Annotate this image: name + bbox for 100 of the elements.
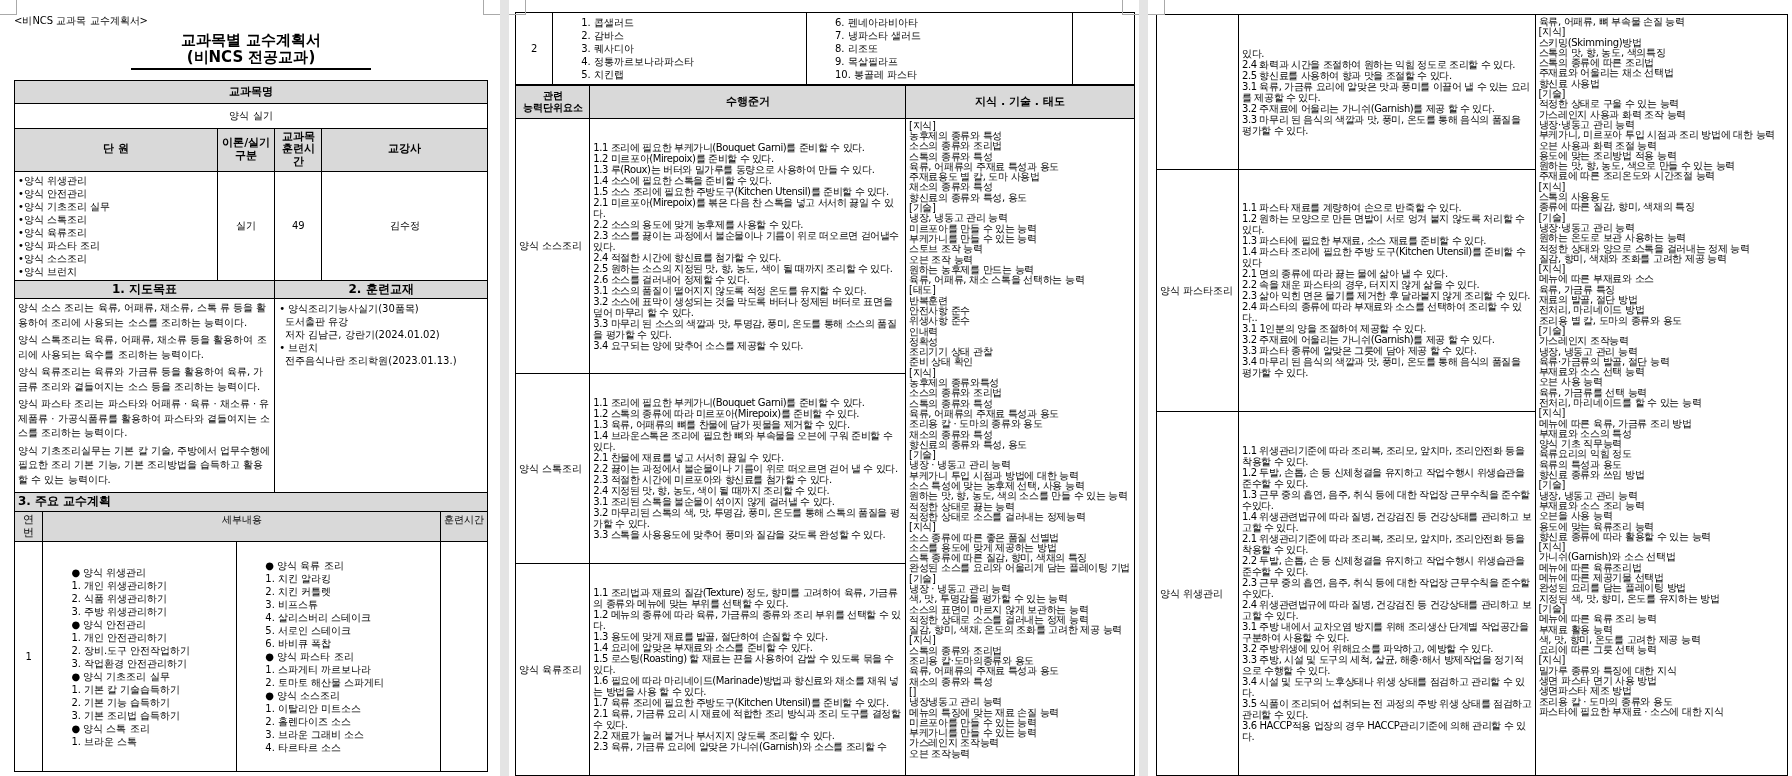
list-item: 1. 치킨 알라킹 (265, 572, 333, 586)
list-item: 6. 펜네아라비아타 (834, 16, 919, 29)
criterion-text: 1.3 파스타에 필요한 부재료, 소스 재료를 준비할 수 있다. (1242, 235, 1488, 247)
criterion-text: 2.2 재료가 눌러 붙거나 부서지지 않도록 조리할 수 있다. (593, 730, 836, 742)
ksa-text: 부케가니를 만들 수 있는 능력 (908, 233, 1038, 245)
table-cell: 양식 소스조리 (516, 118, 591, 375)
criterion-text: 1.1 위생관리기준에 따라 조리복, 조리모, 앞치마, 조리안전화 등을 착용할 수 있다. (1242, 445, 1526, 468)
criterion-text: 1.2 스톡의 종류에 따라 미르포아(Mirepoix)를 준비할 수 있다. (593, 408, 860, 420)
ksa-text: 적정한 상태로 끓는 능력 (908, 501, 1015, 512)
ksa-text: 소스의 종류와 조리법 (908, 388, 1004, 399)
list-item: • 양식조리기능사실기(30품목) (279, 302, 420, 316)
list-item: 5. 서로인 스테이크 (265, 624, 353, 638)
criterion-text: 1.2 메뉴의 종류에 따라 육류, 가금류의 종류와 조리 부위를 선택할 수 있다. (593, 609, 902, 632)
list-item: 1. 개인 안전관리하기 (71, 630, 169, 644)
criterion-text: 3.6 HACCP적용 업장의 경우 HACCP관리기준에 의해 관리할 수 있다. (1242, 720, 1527, 743)
ksa-text: 재료의 발골, 절단 방법 (1538, 295, 1638, 306)
criterion-text: 2.1 찬물에 재료를 넣고 서서히 끓일 수 있다. (593, 452, 785, 464)
list-item: 1. 기본 칼 기술습득하기 (71, 682, 182, 696)
list-item: •양식 안전관리 (18, 186, 89, 200)
ksa-text: 주재료에 따른 조리온도와 시간조절 능력 (1538, 171, 1716, 182)
ksa-text: 오븐 조작 능력 (908, 254, 974, 265)
criterion-text: 2.3 소스를 끓이는 과정에서 불순물이나 기름이 위로 떠오르면 걷어낼수 있다. (593, 229, 900, 252)
crop-mark (0, 0, 17, 15)
criterion-text: 1.7 육류 조리에 필요한 주방도구(Kitchen Utensil)를 준비할 수 있다. (593, 697, 890, 709)
list-item: 1. 콥샐러드 (581, 16, 635, 29)
criterion-text: 1.3 근무 중의 흡연, 음주, 취식 등에 대한 작업장 근무수칙을 준수할 수있다. (1242, 489, 1532, 512)
ksa-text: 향신료의 종류와 특성, 용도 (908, 439, 1029, 451)
ksa-text: 메뉴에 따른 부재료와 소스 (1538, 274, 1655, 285)
criterion-text: 3.4 요구되는 양에 맞추어 소스를 제공할 수 있다. (593, 339, 804, 351)
criterion-text: 1.2 원하는 모양으로 만든 면발이 서로 엉겨 붙지 않도록 처리할 수 있다. (1242, 213, 1526, 236)
list-item: 8. 리조또 (834, 42, 879, 55)
criterion-text: 3.3 스톡을 사용용도에 맞추어 풍미와 질감을 갖도록 완성할 수 있다. (593, 529, 887, 541)
ksa-text: 냉장, 냉동고 관리 능력 (908, 213, 1009, 224)
ksa-text: [태도] (908, 285, 936, 296)
section-header: 3. 주요 교수계획 (15, 493, 488, 513)
ksa-text: [지식] (1538, 181, 1566, 193)
table-cell: 양식 위생관리 (1157, 412, 1239, 776)
ksa-text: 가스레인지 조작능력 (1538, 336, 1630, 347)
criterion-text: 2.2 끓이는 과정에서 불순물이나 기름이 위로 떠오르면 걷어 낼 수 있다. (593, 463, 899, 475)
criterion-text: 1.2 미르포아(Mirepoix)를 준비할 수 있다. (593, 152, 774, 164)
criterion-text: 3.2 주방위생에 있어 위해요소를 파악하고, 예방할 수 있다. (1242, 643, 1494, 655)
ksa-text: [지식] (1538, 27, 1566, 38)
criterion-text: 2.4 위생관련법규에 따라 질병, 건강검진 등 건강상태를 관리하고 보고할 수 있다. (1242, 599, 1532, 622)
ksa-text: 소스를 용도에 맞게 제공하는 방법 (908, 542, 1057, 554)
criterion-text: 2.4 지정된 맛, 향, 농도, 색이 될 때까지 조리할 수 있다. (593, 485, 831, 497)
list-item: ● 양식 스톡 조리 (71, 721, 151, 735)
ksa-text: [기술] (908, 573, 936, 584)
ksa-text: [지식] (908, 120, 937, 131)
criterion-text: 3.4 시설 및 도구의 노후상태나 위생 상태를 점검하고 관리할 수 있다. (1242, 676, 1526, 699)
ksa-text: 위생사항 준수 (908, 316, 972, 327)
criterion-text: 2.1 위생관리기준에 따라 조리복, 조리모, 앞치마, 조리안전화 등을 착용할 수 있다. (1242, 533, 1526, 556)
ksa-text: 원하는 온도로 보관 사용하는 능력 (1538, 233, 1687, 244)
criterion-text: 1.4 위생관련법규에 따라 질병, 건강검진 등 건강상태를 관리하고 보고할 수 있다. (1242, 511, 1532, 534)
ksa-text: [지식] (1538, 655, 1566, 666)
ksa-text: 안전사항 준수 (908, 306, 972, 317)
criterion-text: 3.1 소스의 품질이 떨어지지 않도록 적정 온도를 유지할 수 있다. (593, 284, 868, 296)
ksa-text: 조리용 칼 · 도마의 종류와 용도 (908, 419, 1044, 430)
list-item: ● 양식 육류 조리 (265, 559, 345, 573)
list-item: 9. 목살필라프 (834, 55, 899, 68)
criterion-text: 2.1 미르포아(Mirepoix)를 볶은 다음 찬 스톡을 넣고 서서히 끓일 수 있다. (593, 196, 895, 219)
criterion-text: 3.1 조리된 스톡을 불순물이 섞이지 않게 걸러낼 수 있다. (593, 496, 835, 508)
ksa-text: [기술] (908, 450, 936, 461)
criterion-text: 1.3 루(Roux)는 버터와 밀가루를 동량으로 사용하여 만들 수 있다. (593, 163, 876, 175)
ksa-text: 농후제의 종류와특성 (908, 378, 1000, 389)
ksa-text: 스톡의 종류와 특성 (908, 398, 993, 409)
ksa-text: 냉장 · 냉동고 관리 능력 (908, 584, 1012, 595)
ksa-text: 스톡 종류에 따른 질감, 향미, 색채의 특징 (908, 553, 1088, 564)
ksa-text: 질감, 향미, 색채, 온도의 조화를 고려한 제공 능력 (908, 625, 1124, 636)
criterion-text: 1.3 용도에 맞게 재료를 발골, 절단하여 손질할 수 있다. (593, 631, 829, 643)
section-header: 교과목명 (15, 80, 488, 105)
criterion-text: 1.1 조리법과 재료의 질감(Texture) 정도, 향미를 고려하여 육류, 가금류의 종류와 메뉴에 맞는 부위를 선택할 수 있다. (593, 587, 899, 610)
ksa-text: 부케가니 투입 시점과 방법에 대한 능력 (908, 470, 1079, 482)
ksa-text: 부재료와 소스 조리 능력 (1538, 500, 1646, 512)
ksa-text: 향신료 종류와 쓰임 방법 (1538, 470, 1646, 481)
ksa-text: [지식] (1538, 542, 1566, 553)
ksa-text: 생면 파스타 면기 사용 방법 (1538, 676, 1658, 687)
list-item: 2. 치킨 커틀렛 (265, 585, 333, 599)
column-header: 교과목 훈련시간 (275, 128, 323, 172)
criterion-text: 2.3 육류, 가금류 요리에 알맞은 가니쉬(Garnish)와 소스를 조리할 수 (593, 741, 888, 753)
criterion-text: 1.2 두발, 손톱, 손 등 신체청결을 유지하고 작업수행시 위생습관을 준수할 수 있다. (1242, 467, 1526, 490)
ksa-text: 소스 종류에 따른 좋은 품질 선별법 (908, 532, 1061, 543)
ksa-text: 메뉴에 따른 제공기물 선택법 (1538, 573, 1665, 584)
list-item: 3. 브라운 그래비 소스 (265, 728, 366, 742)
ksa-text: 오븐 사용과 화력 조절 능력 (1538, 140, 1657, 151)
criterion-text: 3.3 주방, 시설 및 도구의 세척, 살균, 해충·해서 방제작업을 정기적으로 수행할 수 있다. (1242, 654, 1525, 677)
criterion-text: 3.4 마무리 된 음식의 색깔과 맛, 풍미, 온도를 통해 음식의 품질을 평가할 수 있다. (1242, 356, 1522, 379)
list-item: 도서출판 유강 (284, 315, 350, 329)
paragraph: 양식 스톡조리는 육류, 어패류, 채소류 등을 활용하여 조리에 사용되는 육수를 조리하는 능력이다. (18, 333, 268, 362)
criterion-text: 3.5 식품이 조리되어 섭취되는 전 과정의 주방 위생 상태를 점검하고 관리할 수 있다. (1242, 698, 1532, 721)
criterion-text: 1.6 필요에 따라 마리네이드(Marinade)방법과 향신료와 채소를 채워 넣는 방법을 사용 할 수 있다. (593, 675, 900, 698)
ksa-text: [지식] (908, 635, 937, 646)
criterion-text: 2.3 적절한 시간에 미르포아와 향신료를 첨가할 수 있다. (593, 474, 833, 486)
ksa-text: 스톡의 종류에 따른 조리법 (1538, 58, 1654, 69)
criterion-text: 1.4 소스에 필요한 스톡을 준비할 수 있다. (593, 174, 772, 186)
list-item: •양식 기초조리 실무 (18, 199, 112, 213)
ksa-text: [기술] (1538, 212, 1566, 223)
ksa-text: [지식] (1538, 408, 1566, 419)
criterion-text: 2.3 근무 중의 흡연, 음주, 취식 등에 대한 작업장 근무수칙을 준수할 수있다. (1242, 577, 1532, 600)
ksa-text: 육류, 어패류의 주재료 특성과 용도 (908, 666, 1061, 677)
ksa-text: 육류, 어패류, 뼈 부속물 손질 능력 (1538, 17, 1686, 28)
